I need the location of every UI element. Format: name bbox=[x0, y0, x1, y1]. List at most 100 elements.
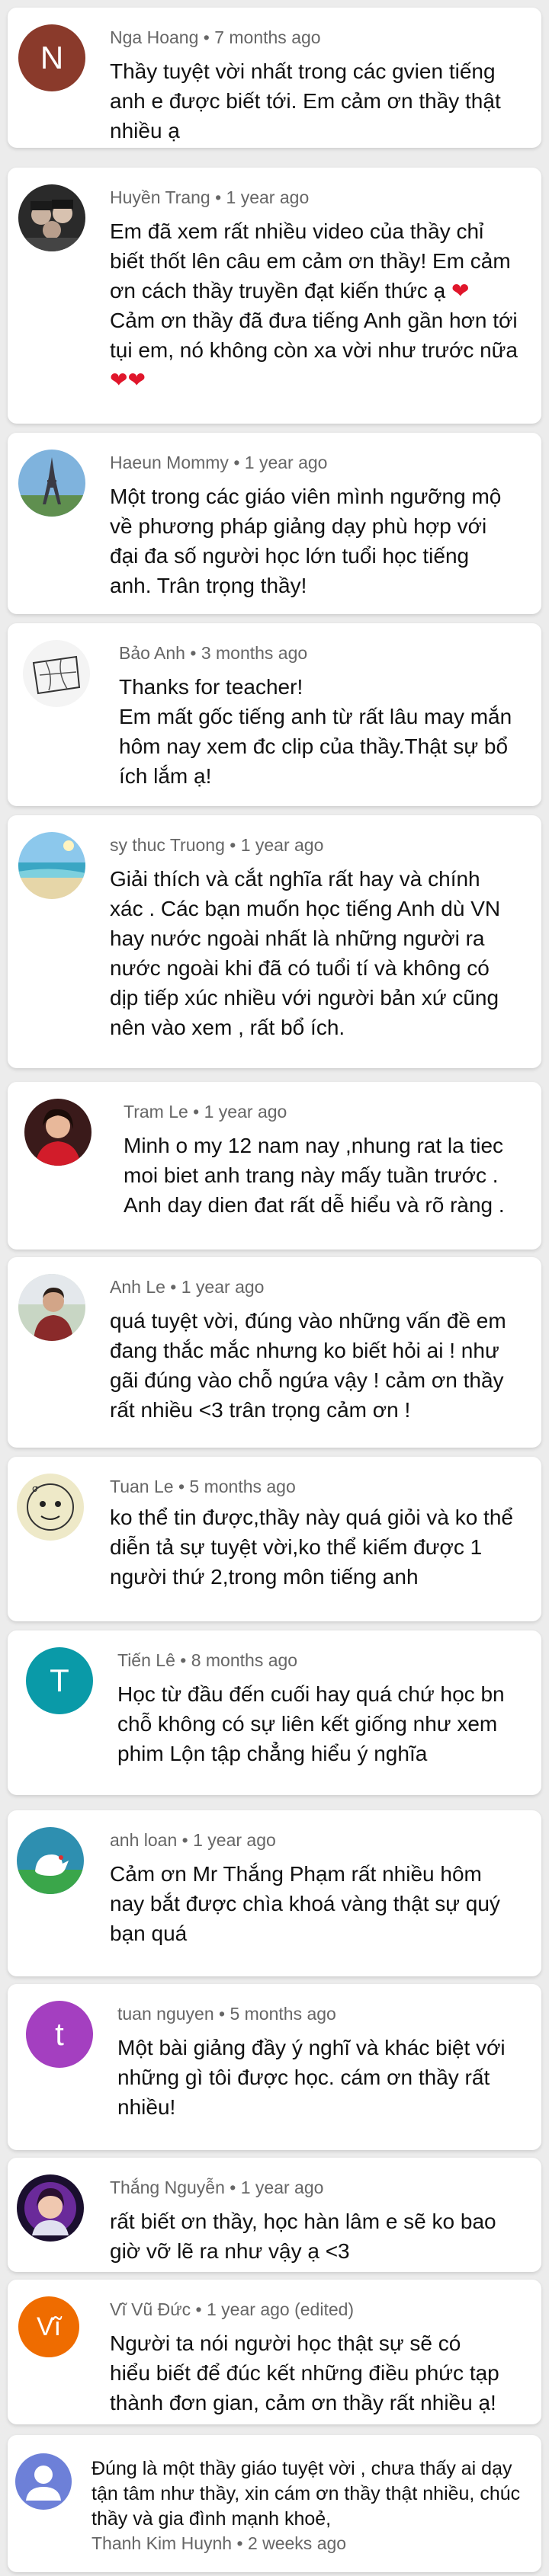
comment-card: Tram Le • 1 year ago Minh o my 12 nam na… bbox=[8, 1082, 541, 1250]
comment-line: nhiều! bbox=[117, 2095, 176, 2119]
group-photo-icon[interactable] bbox=[18, 184, 85, 251]
avatar[interactable]: T bbox=[26, 1647, 93, 1714]
timestamp: 1 year ago bbox=[240, 835, 324, 855]
comment-line: quá tuyệt vời, đúng vào những vấn đề em bbox=[110, 1309, 506, 1333]
author-name[interactable]: Vĩ Vũ Đức bbox=[110, 2299, 191, 2319]
comment-meta: Thắng Nguyễn • 1 year ago bbox=[110, 2178, 323, 2198]
comment-meta: Vĩ Vũ Đức • 1 year ago (edited) bbox=[110, 2299, 354, 2320]
comment-line-text: ơn cách thầy truyền đạt kiến thức ạ bbox=[110, 279, 446, 302]
author-name[interactable]: Anh Le bbox=[110, 1277, 165, 1297]
separator: • bbox=[230, 835, 236, 855]
comment-meta: Tuan Le • 5 months ago bbox=[110, 1477, 296, 1497]
comment-line: nên vào xem , rất bổ ích. bbox=[110, 1016, 345, 1039]
comment-meta: tuan nguyen • 5 months ago bbox=[117, 2004, 336, 2024]
comment-line: rất nhiều <3 trân trọng cảm ơn ! bbox=[110, 1398, 411, 1422]
comment-meta: Tram Le • 1 year ago bbox=[124, 1102, 287, 1122]
comment-line: giờ vỡ lẽ ra như vậy ạ <3 bbox=[110, 2239, 350, 2263]
timestamp: 8 months ago bbox=[191, 1650, 298, 1670]
comment-card: Bảo Anh • 3 months ago Thanks for teache… bbox=[8, 623, 541, 806]
author-name[interactable]: Thắng Nguyễn bbox=[110, 2178, 225, 2197]
author-name[interactable]: tuan nguyen bbox=[117, 2004, 214, 2024]
comment-line: hay nước ngoài nhất là những người ra bbox=[110, 926, 485, 950]
separator: • bbox=[180, 1650, 187, 1670]
comment-line: Thầy tuyệt vời nhất trong các gvien tiến… bbox=[110, 59, 496, 83]
avatar[interactable]: t bbox=[26, 2001, 93, 2068]
beach-icon[interactable] bbox=[18, 832, 85, 899]
comment-meta: anh loan • 1 year ago bbox=[110, 1830, 276, 1851]
comment-text: quá tuyệt vời, đúng vào những vấn đề em … bbox=[110, 1306, 531, 1425]
timestamp: 5 months ago bbox=[189, 1477, 296, 1496]
eiffel-tower-icon[interactable] bbox=[18, 450, 85, 517]
separator: • bbox=[230, 2178, 236, 2197]
comment-line: hôm nay xem đc clip của thầy.Thật sự bổ bbox=[119, 734, 509, 758]
author-name[interactable]: Tiến Lê bbox=[117, 1650, 175, 1670]
comment-line: Em mất gốc tiếng anh từ rất lâu may mắn bbox=[119, 705, 512, 728]
separator: • bbox=[170, 1277, 177, 1297]
author-name[interactable]: sy thuc Truong bbox=[110, 835, 225, 855]
comment-meta: Huyền Trang • 1 year ago bbox=[110, 187, 309, 208]
author-name[interactable]: anh loan bbox=[110, 1830, 177, 1850]
comment-line: Minh o my 12 nam nay ,nhung rat la tiec bbox=[124, 1134, 504, 1157]
comment-meta: Nga Hoang • 7 months ago bbox=[110, 27, 321, 48]
separator: • bbox=[233, 453, 240, 472]
comment-line: Thanks for teacher! bbox=[119, 675, 303, 699]
comment-line: Đúng là một thầy giáo tuyệt vời , chưa t… bbox=[92, 2458, 512, 2479]
comment-line: đang thắc mắc nhưng ko biết hỏi ai ! như bbox=[110, 1339, 499, 1362]
comment-line: về phương pháp giảng dạy phù hợp với bbox=[110, 514, 487, 538]
comment-line: nhiều ạ bbox=[110, 119, 180, 142]
comment-meta: Bảo Anh • 3 months ago bbox=[119, 643, 307, 664]
comment-line: Cảm ơn Mr Thắng Phạm rất nhiều hôm bbox=[110, 1862, 482, 1886]
sketch-icon[interactable] bbox=[23, 640, 90, 707]
timestamp: 5 months ago bbox=[230, 2004, 336, 2024]
girl-purple-icon[interactable] bbox=[17, 2174, 84, 2242]
timestamp: 7 months ago bbox=[214, 27, 321, 47]
woman-red-icon[interactable] bbox=[24, 1099, 92, 1166]
comment-line: Anh day dien đat rất dễ hiểu và rõ ràng … bbox=[124, 1193, 505, 1217]
comment-line: nước ngoài khi đã có tuổi tí và không có bbox=[110, 956, 490, 980]
comment-card: sy thuc Truong • 1 year ago Giải thích v… bbox=[8, 815, 541, 1068]
author-name[interactable]: Haeun Mommy bbox=[110, 453, 229, 472]
comment-meta: Tiến Lê • 8 months ago bbox=[117, 1650, 297, 1671]
comment-line: anh e được biết tới. Em cảm ơn thầy thật bbox=[110, 89, 501, 113]
comment-card: Haeun Mommy • 1 year ago Một trong các g… bbox=[8, 433, 541, 614]
comment-line: moi biet anh trang này mấy tuần trước . bbox=[124, 1163, 499, 1187]
comment-line: ko thể tin được,thầy này quá giỏi và ko … bbox=[110, 1506, 513, 1529]
avatar[interactable]: N bbox=[18, 24, 85, 91]
timestamp: 1 year ago bbox=[226, 187, 310, 207]
comment-line: gãi đúng vào chỗ ngứa vậy ! cảm ơn thầy bbox=[110, 1368, 504, 1392]
comment-line: Em đã xem rất nhiều video của thầy chỉ bbox=[110, 219, 484, 243]
comment-card: t tuan nguyen • 5 months ago Một bài giả… bbox=[8, 1984, 541, 2150]
comment-line: hiểu biết để đúc kết những điều phức tạp bbox=[110, 2361, 499, 2385]
comment-line: phim Lộn tập chẳng hiểu ý nghĩa bbox=[117, 1742, 428, 1765]
comment-card: Huyền Trang • 1 year ago Em đã xem rất n… bbox=[8, 168, 541, 424]
comment-line: ơn cách thầy truyền đạt kiến thức ạ ❤ bbox=[110, 276, 531, 306]
comment-line: tận tâm như thầy, xin cám ơn thầy thật n… bbox=[92, 2483, 521, 2504]
comment-line: tụi em, nó không còn xa vời như trước nữ… bbox=[110, 338, 518, 362]
comment-line: nay bắt được chìa khoá vàng thật sự quý bbox=[110, 1892, 500, 1915]
author-name[interactable]: Huyền Trang bbox=[110, 187, 210, 207]
separator: • bbox=[193, 1102, 200, 1122]
comment-line: Giải thích và cắt nghĩa rất hay và chính bbox=[110, 867, 480, 891]
comment-text: Em đã xem rất nhiều video của thầy chỉ b… bbox=[110, 216, 531, 395]
author-name[interactable]: Tuan Le bbox=[110, 1477, 174, 1496]
avatar[interactable]: Vĩ bbox=[18, 2296, 79, 2357]
comment-line: thầy và gia đình mạnh khoẻ, bbox=[92, 2508, 332, 2530]
chicken-logo-icon[interactable] bbox=[17, 1827, 84, 1894]
comment-text: Thầy tuyệt vời nhất trong các gvien tiến… bbox=[110, 56, 531, 146]
doodle-face-icon[interactable]: σ bbox=[17, 1474, 84, 1541]
author-name[interactable]: Thanh Kim Huynh bbox=[92, 2533, 232, 2553]
comment-text: Minh o my 12 nam nay ,nhung rat la tiec … bbox=[124, 1131, 544, 1220]
edited-label: (edited) bbox=[294, 2299, 355, 2319]
separator: • bbox=[181, 1830, 188, 1850]
comment-card: Đúng là một thầy giáo tuyệt vời , chưa t… bbox=[8, 2435, 541, 2572]
author-name[interactable]: Bảo Anh bbox=[119, 643, 185, 663]
man-outdoor-icon[interactable] bbox=[18, 1274, 85, 1341]
author-name[interactable]: Nga Hoang bbox=[110, 27, 198, 47]
separator: • bbox=[190, 643, 197, 663]
author-name[interactable]: Tram Le bbox=[124, 1102, 188, 1122]
comment-line: biết thốt lên câu em cảm ơn thầy! Em cảm bbox=[110, 249, 511, 273]
comment-line: đại đa số người học lớn tuổi học tiếng bbox=[110, 544, 470, 568]
comment-line: rất biết ơn thầy, học hàn lâm e sẽ ko ba… bbox=[110, 2210, 496, 2233]
default-user-icon[interactable] bbox=[15, 2453, 72, 2510]
comment-line: xác . Các bạn muốn học tiếng Anh dù VN bbox=[110, 897, 501, 920]
